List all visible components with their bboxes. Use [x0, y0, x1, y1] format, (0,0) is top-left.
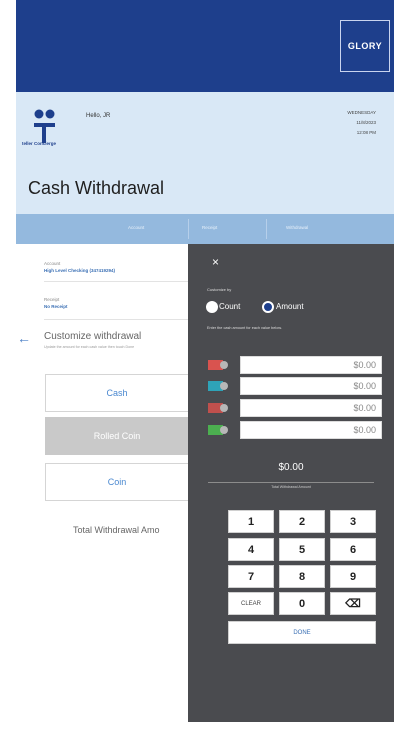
key-5[interactable]: 5: [279, 538, 325, 561]
top-bar: GLORY: [16, 0, 394, 92]
amount-radio-label[interactable]: Amount: [276, 302, 304, 311]
count-radio[interactable]: [206, 301, 218, 313]
customize-subtitle: Update the amount for each cash value th…: [44, 345, 135, 349]
account-info[interactable]: Account High Level Checking (347419294): [44, 261, 115, 273]
denomination-row: $0.00: [206, 377, 382, 395]
key-2[interactable]: 2: [279, 510, 325, 533]
total-amount: $0.00: [278, 462, 304, 473]
step-divider: [188, 219, 189, 239]
receipt-label: Receipt: [44, 297, 60, 302]
coin-icon: [220, 361, 228, 369]
denomination-amount-input[interactable]: $0.00: [240, 399, 382, 417]
page-title: Cash Withdrawal: [28, 178, 165, 198]
rolled-coin-button[interactable]: Rolled Coin: [45, 417, 189, 455]
denomination-icon: [208, 381, 230, 391]
glory-logo: GLORY: [340, 20, 390, 72]
divider: [44, 319, 188, 320]
divider: [208, 482, 374, 483]
customize-panel: × Customize by Count Amount Enter the ca…: [188, 244, 394, 722]
enter-amount-label: Enter the cash amount for each value bel…: [207, 326, 282, 330]
customize-by-label: Customize by: [207, 287, 232, 292]
coin-button[interactable]: Coin: [45, 463, 189, 501]
greeting: Hello, JR: [86, 113, 111, 119]
receipt-value: No Receipt: [44, 304, 68, 309]
denomination-amount-input[interactable]: $0.00: [240, 356, 382, 374]
total-withdrawal-label: Total Withdrawal Amo: [73, 525, 160, 535]
key-0[interactable]: 0: [279, 592, 325, 615]
progress-steps: Account Receipt Withdrawal: [16, 214, 394, 244]
coin-icon: [220, 382, 228, 390]
step-divider: [266, 219, 267, 239]
clear-key[interactable]: CLEAR: [228, 592, 274, 615]
close-icon[interactable]: ×: [212, 255, 219, 269]
coin-icon: [220, 426, 228, 434]
step-withdrawal: Withdrawal: [286, 225, 309, 230]
key-3[interactable]: 3: [330, 510, 376, 533]
step-receipt: Receipt: [202, 225, 218, 230]
coin-icon: [220, 404, 228, 412]
denomination-row: $0.00: [206, 421, 382, 439]
denomination-icon: [208, 403, 230, 413]
done-button[interactable]: DONE: [228, 621, 376, 644]
withdrawal-summary: Account High Level Checking (347419294) …: [16, 244, 189, 722]
key-6[interactable]: 6: [330, 538, 376, 561]
logo-text: GLORY: [347, 41, 383, 51]
weekday: WEDNESDAY: [347, 110, 376, 115]
denomination-amount-input[interactable]: $0.00: [240, 421, 382, 439]
account-label: Account: [44, 261, 61, 266]
denomination-row: $0.00: [206, 399, 382, 417]
denomination-icon: [208, 360, 230, 370]
receipt-info[interactable]: Receipt No Receipt: [44, 297, 68, 309]
key-8[interactable]: 8: [279, 565, 325, 588]
denomination-row: $0.00: [206, 356, 382, 374]
denomination-amount-input[interactable]: $0.00: [240, 377, 382, 395]
date-time: WEDNESDAY 11/8/2023 12:08 PM: [347, 108, 376, 138]
divider: [44, 281, 188, 282]
key-9[interactable]: 9: [330, 565, 376, 588]
key-7[interactable]: 7: [228, 565, 274, 588]
backspace-icon[interactable]: ⌫: [330, 592, 376, 615]
denomination-icon: [208, 425, 230, 435]
back-arrow-icon[interactable]: ←: [17, 330, 31, 346]
key-4[interactable]: 4: [228, 538, 274, 561]
count-radio-label[interactable]: Count: [219, 302, 240, 311]
header-panel: teller Concierge Hello, JR WEDNESDAY 11/…: [16, 92, 394, 214]
total-amount-label: Total Withdrawal Amount: [271, 485, 311, 489]
account-value: High Level Checking (347419294): [44, 268, 116, 273]
step-account: Account: [128, 225, 145, 230]
key-1[interactable]: 1: [228, 510, 274, 533]
time: 12:08 PM: [356, 130, 376, 135]
customize-title: Customize withdrawal: [44, 331, 142, 342]
brand-name: teller Concierge: [22, 141, 57, 146]
date: 11/8/2023: [356, 120, 376, 125]
cash-button[interactable]: Cash: [45, 374, 189, 412]
amount-radio[interactable]: [262, 301, 274, 313]
